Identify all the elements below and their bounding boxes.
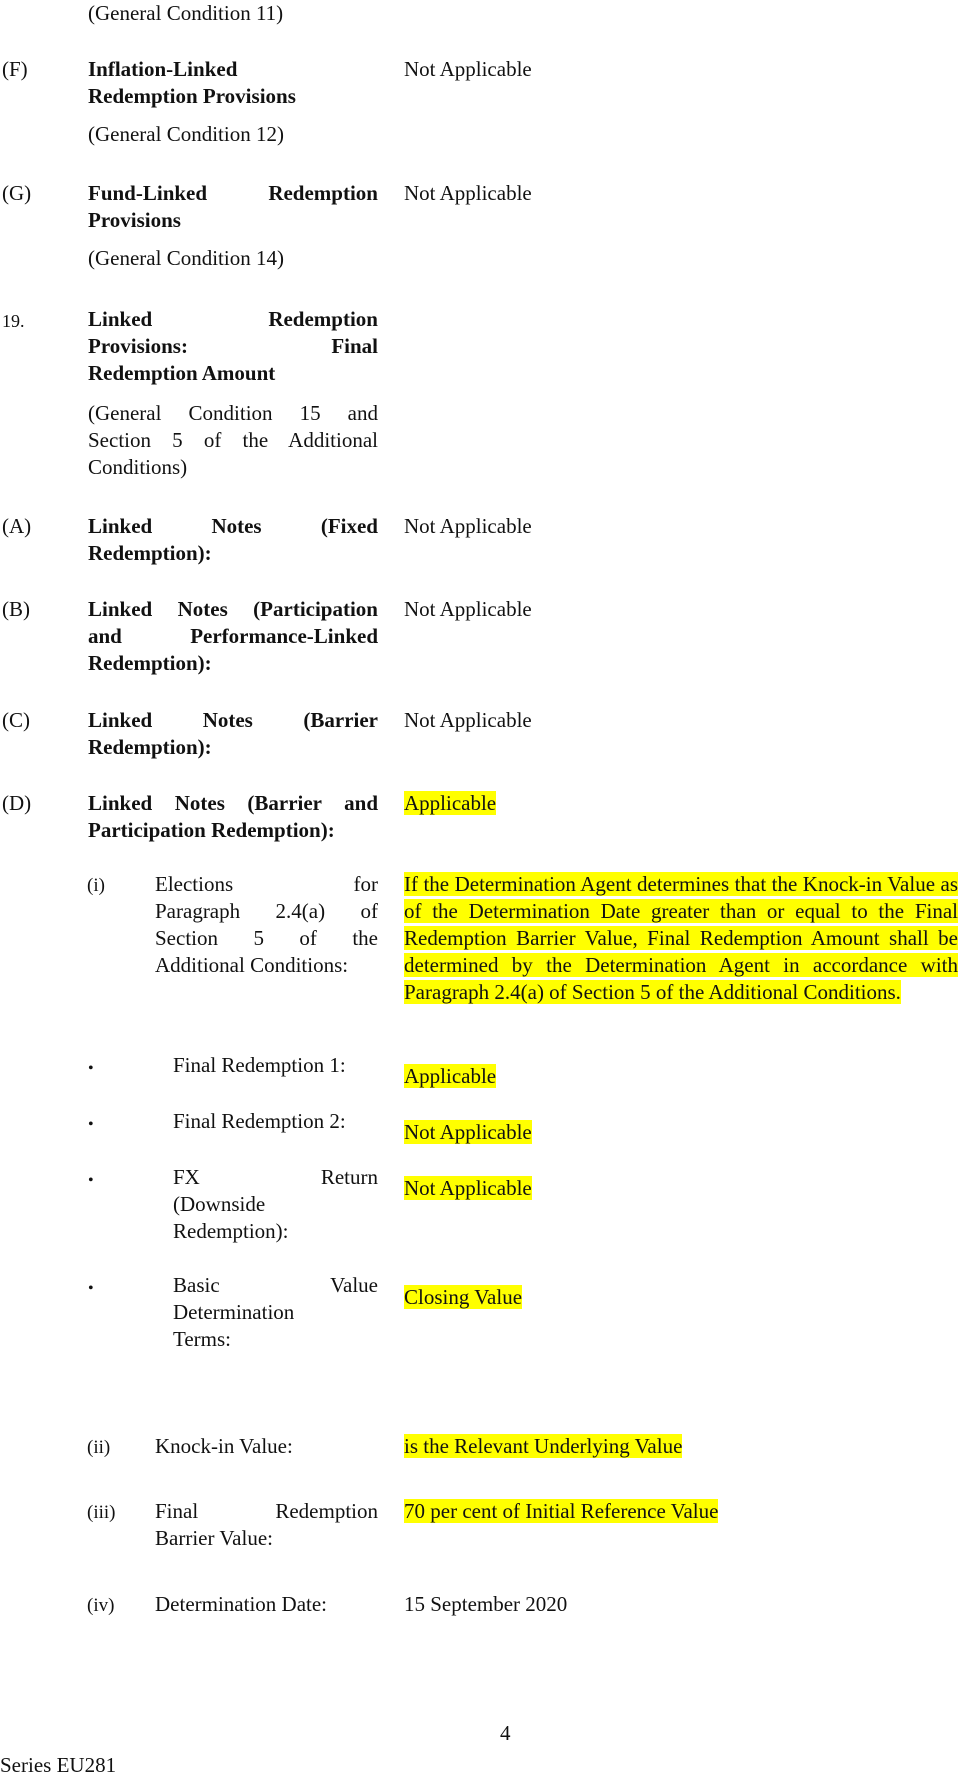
text-line: Additional Conditions: (155, 953, 349, 977)
sub-item-label: (ii) (87, 1437, 111, 1458)
text-line: Final Redemption (155, 1499, 378, 1523)
title-line: Redemption Provisions (88, 84, 296, 108)
item-label: (G) (2, 181, 32, 205)
title-line: Redemption Amount (88, 361, 276, 385)
sub-item-value-wrap: is the Relevant Underlying Value (404, 1433, 683, 1460)
condition-line: Section 5 of the Additional (88, 428, 378, 452)
item-title: Inflation-Linked Redemption Provisions (88, 56, 378, 110)
sub-item-text: Knock-in Value: (155, 1434, 293, 1458)
title-line: Fund-Linked Redemption (88, 181, 378, 205)
sub-item-value: 70 per cent of Initial Reference Value (404, 1499, 719, 1523)
item-value: Not Applicable (404, 597, 532, 621)
bullet-label: FX Return (Downside Redemption): (173, 1164, 378, 1245)
title-line: and Performance-Linked (88, 624, 378, 648)
item-value: Applicable (404, 791, 497, 815)
bullet-label: Final Redemption 1: (173, 1053, 346, 1077)
section-condition: (General Condition 15 and Section 5 of t… (88, 400, 378, 481)
item-label: (B) (2, 597, 30, 621)
title-line: Linked Notes (Participation (88, 597, 378, 621)
bullet-value-wrap: Applicable (404, 1063, 497, 1090)
item-value: Not Applicable (404, 57, 532, 81)
bullet-label: Basic Value Determination Terms: (173, 1272, 378, 1353)
section-number: 19. (2, 311, 25, 331)
title-line: Linked Redemption (88, 307, 378, 331)
bullet-icon: • (88, 1060, 94, 1077)
title-line: Redemption): (88, 651, 212, 675)
bullet-value: Closing Value (404, 1285, 523, 1309)
title-line: Provisions (88, 208, 181, 232)
label-line: (Downside (173, 1192, 266, 1216)
page-number: 4 (500, 1721, 511, 1745)
item-label: (D) (2, 791, 32, 815)
series-footer: Series EU281 (0, 1753, 117, 1777)
sub-item-label: (iii) (87, 1502, 116, 1523)
sub-item-value: 15 September 2020 (404, 1592, 568, 1616)
item-value-wrap: Applicable (404, 790, 497, 817)
label-line: Terms: (173, 1327, 232, 1351)
title-line: Linked Notes (Barrier (88, 708, 378, 732)
bullet-value: Not Applicable (404, 1176, 532, 1200)
elections-value: If the Determination Agent determines th… (404, 871, 958, 1006)
text-line: Elections for (155, 872, 378, 896)
sub-item-text: Elections for Paragraph 2.4(a) of Sectio… (155, 871, 378, 979)
item-value: Not Applicable (404, 181, 532, 205)
item-title: Fund-Linked Redemption Provisions (88, 180, 378, 234)
item-title: Linked Notes (Barrier and Participation … (88, 790, 378, 844)
item-condition: (General Condition 14) (88, 246, 284, 270)
sub-item-label: (iv) (87, 1595, 115, 1616)
bullet-value-wrap: Not Applicable (404, 1119, 532, 1146)
bullet-icon: • (88, 1172, 94, 1189)
item-value: Not Applicable (404, 708, 532, 732)
label-line: Determination (173, 1300, 295, 1324)
label-line: FX Return (173, 1165, 378, 1189)
elections-value-text: If the Determination Agent determines th… (404, 872, 958, 1004)
label-line: Basic Value (173, 1273, 378, 1297)
sub-item-value-wrap: 70 per cent of Initial Reference Value (404, 1498, 719, 1525)
title-line: Redemption): (88, 735, 212, 759)
text-line: Paragraph 2.4(a) of (155, 899, 378, 923)
item-label: (C) (2, 708, 30, 732)
item-label: (A) (2, 514, 32, 538)
text-line: Section 5 of the (155, 926, 378, 950)
title-line: Inflation-Linked (88, 57, 238, 81)
title-line: Linked Notes (Fixed (88, 514, 378, 538)
text-line: Barrier Value: (155, 1526, 273, 1550)
item-condition: (General Condition 12) (88, 122, 284, 146)
title-line: Provisions: Final (88, 334, 378, 358)
title-line: Linked Notes (Barrier and (88, 791, 378, 815)
title-line: Participation Redemption): (88, 818, 335, 842)
bullet-value: Applicable (404, 1064, 497, 1088)
item-value: Not Applicable (404, 514, 532, 538)
general-condition-11: (General Condition 11) (88, 1, 284, 25)
bullet-label: Final Redemption 2: (173, 1109, 346, 1133)
bullet-value-wrap: Closing Value (404, 1284, 523, 1311)
condition-line: Conditions) (88, 455, 188, 479)
item-title: Linked Notes (Participation and Performa… (88, 596, 378, 677)
bullet-value-wrap: Not Applicable (404, 1175, 532, 1202)
condition-line: (General Condition 15 and (88, 401, 378, 425)
section-title: Linked Redemption Provisions: Final Rede… (88, 306, 378, 387)
bullet-icon: • (88, 1116, 94, 1133)
sub-item-value: is the Relevant Underlying Value (404, 1434, 683, 1458)
item-title: Linked Notes (Barrier Redemption): (88, 707, 378, 761)
sub-item-text: Determination Date: (155, 1592, 328, 1616)
sub-item-text: Final Redemption Barrier Value: (155, 1498, 378, 1552)
bullet-icon: • (88, 1280, 94, 1297)
item-title: Linked Notes (Fixed Redemption): (88, 513, 378, 567)
sub-item-label: (i) (87, 875, 105, 896)
label-line: Redemption): (173, 1219, 289, 1243)
bullet-value: Not Applicable (404, 1120, 532, 1144)
item-label: (F) (2, 57, 28, 81)
title-line: Redemption): (88, 541, 212, 565)
